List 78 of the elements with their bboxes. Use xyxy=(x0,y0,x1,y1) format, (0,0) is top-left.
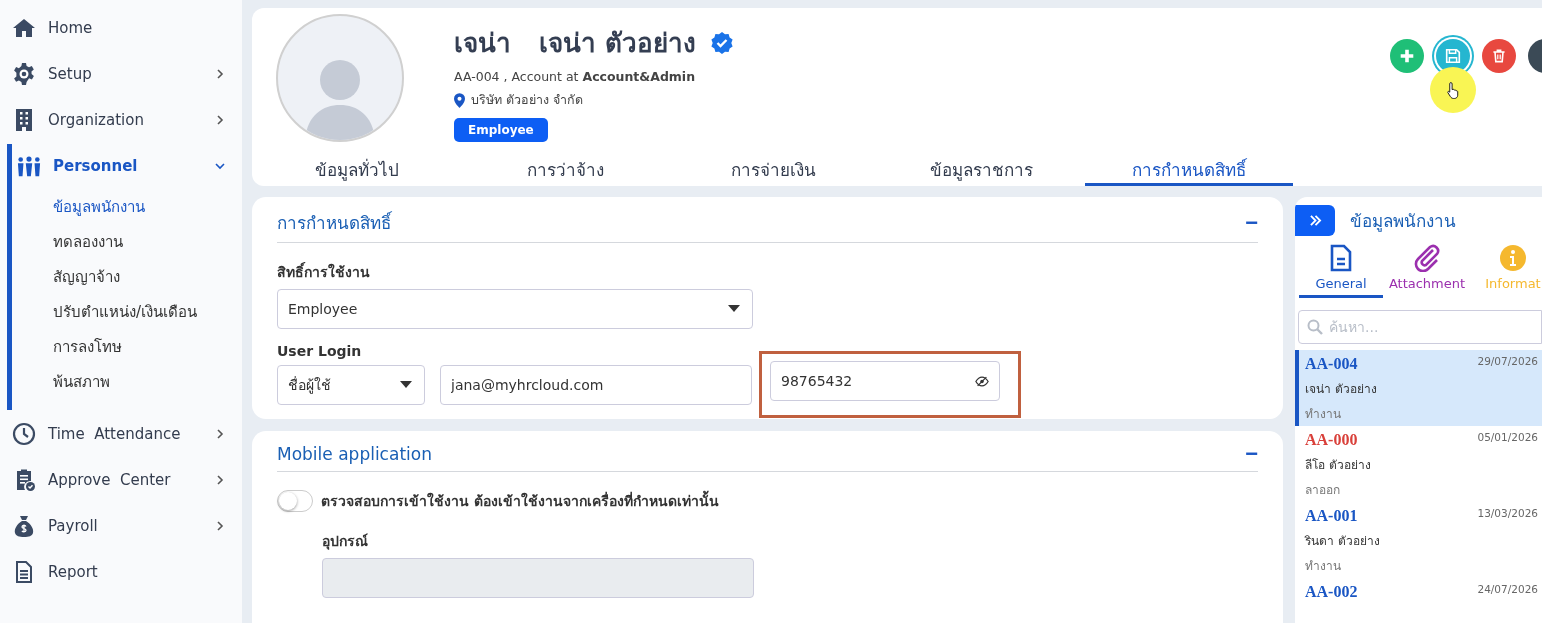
employee-name: เจน่า ตัวอย่าง xyxy=(539,27,697,60)
employee-name: รินดา ตัวอย่าง xyxy=(1305,533,1381,550)
employee-nickname: เจน่า xyxy=(454,27,511,60)
username-field[interactable]: jana@myhrcloud.com xyxy=(440,365,752,405)
section-title: Mobile application xyxy=(277,444,432,464)
employee-code: AA-000 xyxy=(1305,431,1358,449)
field-label: สิทธิ์การใช้งาน xyxy=(277,261,371,282)
employee-status: ทำงาน xyxy=(1305,558,1342,575)
tab[interactable]: การว่าจ้าง xyxy=(461,155,669,186)
collapse-button[interactable]: − xyxy=(1245,211,1258,234)
sidebar-item[interactable]: Time Attendance xyxy=(12,412,242,456)
clock-icon xyxy=(12,422,36,446)
toggle-label: ตรวจสอบการเข้าใช้งาน ต้องเข้าใช้งานจากเครื่องที่กำหนดเท่านั้น xyxy=(321,490,719,512)
submenu-item[interactable]: ปรับตำแหน่ง/เงินเดือน xyxy=(12,295,198,330)
submenu-item[interactable]: ข้อมูลพนักงาน xyxy=(12,190,145,225)
sidebar-item[interactable]: Home xyxy=(12,6,242,50)
role-badge: Employee xyxy=(454,118,548,142)
employee-list-item[interactable]: AA-002 24/07/2026 xyxy=(1295,578,1542,623)
sidebar-item[interactable]: Personnel xyxy=(12,144,242,188)
money-bag-icon xyxy=(12,514,36,538)
section-title: การกำหนดสิทธิ์ xyxy=(277,210,391,235)
employee-date: 13/03/2026 xyxy=(1477,507,1538,519)
employee-list-item[interactable]: AA-000 05/01/2026 ลีโอ ตัวอย่าง ลาออก xyxy=(1295,426,1542,502)
double-chevron-icon xyxy=(1308,215,1322,226)
location-pin-icon xyxy=(454,92,465,108)
sidebar-item[interactable]: Setup xyxy=(12,52,242,96)
gear-icon xyxy=(12,62,36,86)
employee-date: 29/07/2026 xyxy=(1477,355,1538,367)
sidebar-item[interactable]: Payroll xyxy=(12,504,242,548)
home-icon xyxy=(12,16,36,40)
paperclip-icon xyxy=(1413,244,1441,272)
submenu-item[interactable]: การลงโทษ xyxy=(12,330,122,365)
employee-date: 05/01/2026 xyxy=(1477,431,1538,443)
toggle-switch[interactable] xyxy=(277,490,313,512)
collapse-button[interactable]: − xyxy=(1245,443,1258,465)
employee-date: 24/07/2026 xyxy=(1477,583,1538,595)
employee-code: AA-001 xyxy=(1305,507,1358,525)
hand-cursor-icon xyxy=(1445,80,1461,100)
employee-subtitle: AA-004 , Account at Account&Admin xyxy=(454,69,697,84)
expand-button[interactable] xyxy=(1295,205,1335,236)
eye-slash-icon[interactable] xyxy=(975,375,989,387)
password-field[interactable]: 98765432 xyxy=(770,361,1000,401)
sidebar-item[interactable]: Report xyxy=(12,550,242,594)
login-type-select[interactable]: ชื่อผู้ใช้ xyxy=(277,365,425,405)
employee-code: AA-002 xyxy=(1305,583,1358,601)
save-button[interactable] xyxy=(1436,39,1470,73)
company-name: บริษัท ตัวอย่าง จำกัด xyxy=(471,91,583,109)
panel-title: ข้อมูลพนักงาน xyxy=(1350,210,1456,234)
employee-name: เจน่า ตัวอย่าง xyxy=(1305,381,1378,398)
submenu-item[interactable]: พ้นสภาพ xyxy=(12,365,110,400)
caret-down-icon xyxy=(400,381,412,389)
employee-status: ทำงาน xyxy=(1305,406,1342,423)
add-button[interactable] xyxy=(1390,39,1424,73)
sidebar-item[interactable]: Organization xyxy=(12,98,242,142)
panel-tab[interactable]: General xyxy=(1299,244,1383,298)
employee-list-item[interactable]: AA-001 13/03/2026 รินดา ตัวอย่าง ทำงาน xyxy=(1295,502,1542,578)
panel-tab[interactable]: Attachment xyxy=(1385,244,1469,298)
tab[interactable]: การจ่ายเงิน xyxy=(669,155,877,186)
delete-button[interactable] xyxy=(1482,39,1516,73)
caret-down-icon xyxy=(728,305,740,313)
employee-status: ลาออก xyxy=(1305,482,1341,499)
people-icon xyxy=(17,154,41,178)
field-label: อุปกรณ์ xyxy=(322,532,369,552)
search-field[interactable]: ค้นหา... xyxy=(1298,310,1542,344)
submenu-item[interactable]: สัญญาจ้าง xyxy=(12,260,120,295)
employee-code: AA-004 xyxy=(1305,355,1358,373)
tab[interactable]: ข้อมูลราชการ xyxy=(877,155,1085,186)
employee-name: ลีโอ ตัวอย่าง xyxy=(1305,457,1372,474)
plus-icon xyxy=(1398,47,1416,65)
tab[interactable]: การกำหนดสิทธิ์ xyxy=(1085,155,1293,186)
info-icon xyxy=(1499,244,1527,272)
sidebar-item[interactable]: Approve Center xyxy=(12,458,242,502)
tab[interactable]: ข้อมูลทั่วไป xyxy=(253,155,461,186)
employee-list-item[interactable]: AA-004 29/07/2026 เจน่า ตัวอย่าง ทำงาน xyxy=(1295,350,1542,426)
role-select[interactable]: Employee xyxy=(277,289,753,329)
field-label: User Login xyxy=(277,343,363,359)
trash-icon xyxy=(1491,48,1507,64)
submenu-item[interactable]: ทดลองงาน xyxy=(12,225,123,260)
